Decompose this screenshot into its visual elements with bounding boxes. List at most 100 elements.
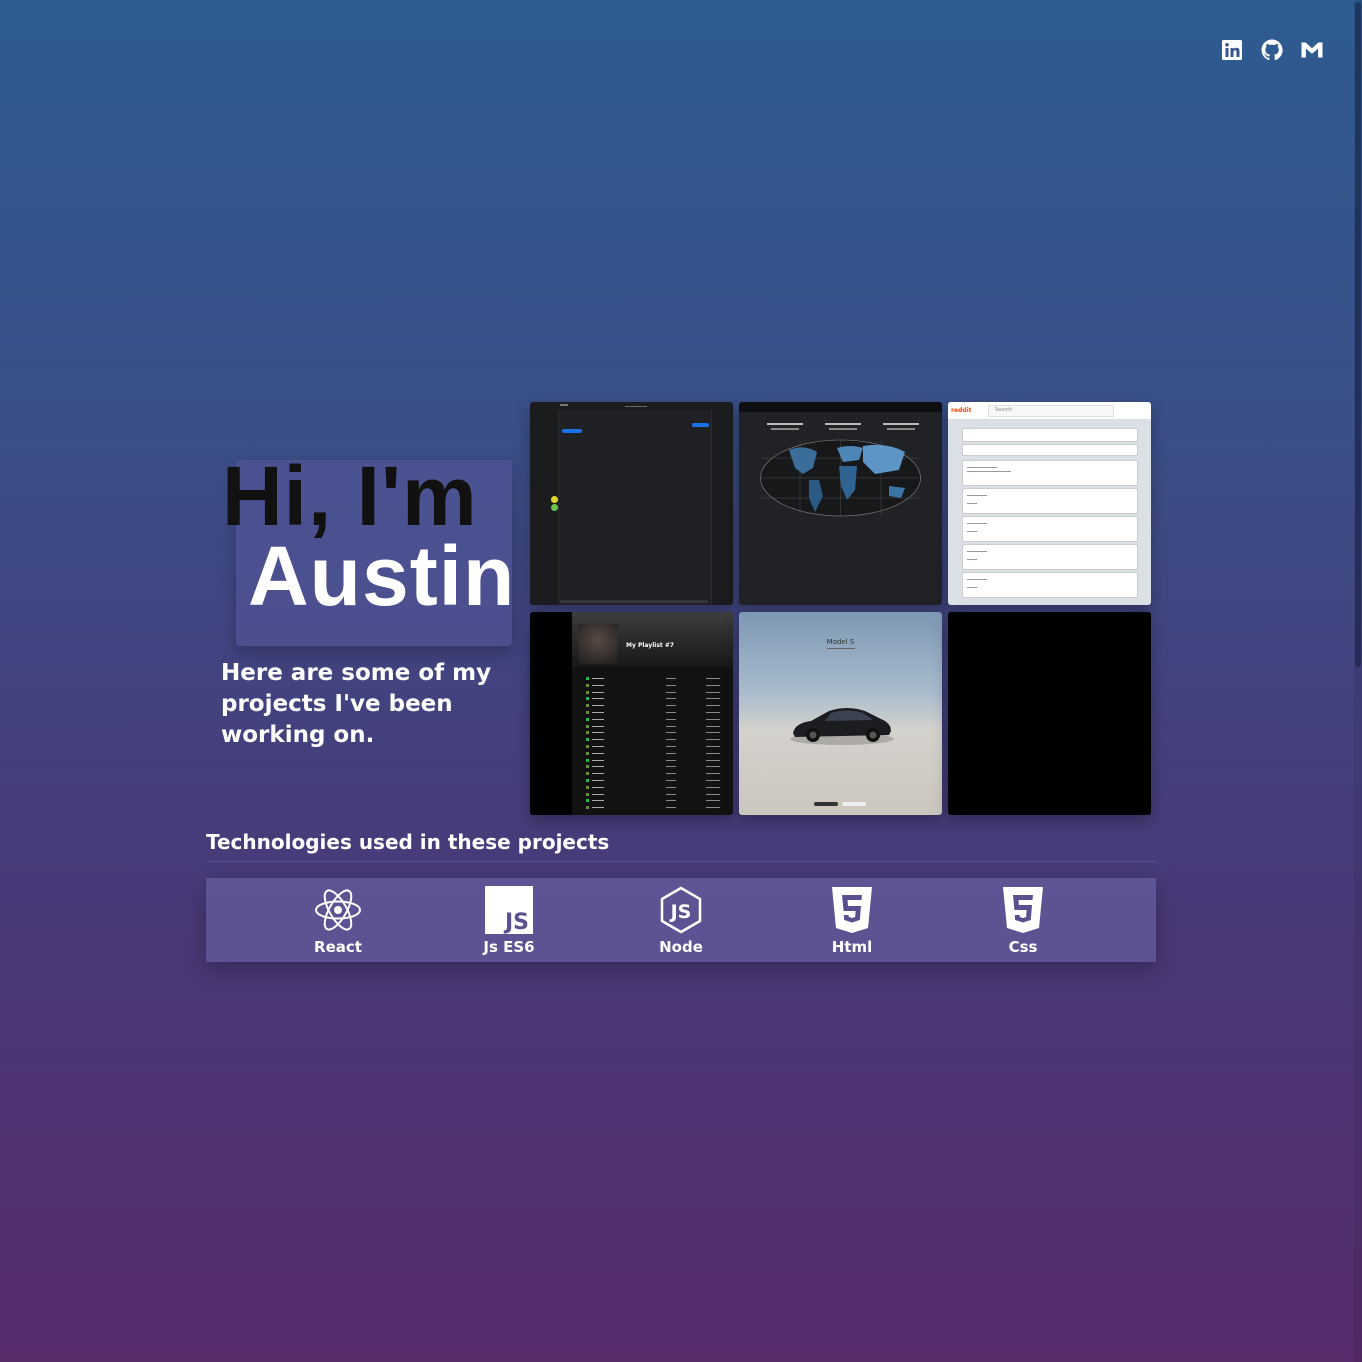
order-button xyxy=(814,802,838,806)
post-line xyxy=(967,471,1011,472)
track-art xyxy=(586,711,589,714)
tech-label: Node xyxy=(659,938,703,956)
post-line xyxy=(967,559,977,560)
reddit-post xyxy=(962,516,1138,542)
page-scrollbar[interactable] xyxy=(1354,0,1362,1362)
track-album xyxy=(666,691,676,693)
track-row xyxy=(578,690,726,694)
social-links xyxy=(1220,38,1324,62)
track-row xyxy=(578,765,726,769)
track-date xyxy=(706,752,720,754)
track-album xyxy=(666,705,676,707)
chat-pane xyxy=(558,410,712,605)
project-tile-world-map[interactable] xyxy=(739,402,942,605)
gmail-link[interactable] xyxy=(1300,38,1324,62)
track-row xyxy=(578,779,726,782)
tesla-model-title: Model S xyxy=(826,638,855,646)
track-row xyxy=(578,677,726,680)
track-art xyxy=(586,772,589,776)
technologies-title: Technologies used in these projects xyxy=(206,830,610,854)
reddit-post xyxy=(962,544,1138,570)
track-title xyxy=(592,793,604,795)
track-title xyxy=(592,732,604,734)
tech-label: React xyxy=(314,938,362,956)
track-title xyxy=(592,800,604,802)
track-art xyxy=(586,792,589,796)
project-tile-tesla[interactable]: Model S xyxy=(739,612,942,815)
projects-grid: reddit Search My Playlist #7 Model S xyxy=(530,402,1151,815)
track-row xyxy=(578,683,726,687)
track-title xyxy=(592,752,604,754)
track-art xyxy=(586,683,589,687)
track-title xyxy=(592,786,604,788)
intro-text: Here are some of my projects I've been w… xyxy=(221,660,492,748)
track-title xyxy=(592,698,604,700)
nodejs-icon: JS xyxy=(660,886,702,934)
tech-label: Html xyxy=(831,938,873,956)
stat-block xyxy=(829,428,857,430)
tile-header xyxy=(739,402,942,412)
stat-block xyxy=(767,423,803,425)
page-scrollbar-thumb[interactable] xyxy=(1355,2,1361,667)
reddit-search: Search xyxy=(988,405,1114,417)
github-link[interactable] xyxy=(1260,38,1284,62)
track-title xyxy=(592,766,604,768)
track-art xyxy=(586,806,589,810)
reddit-post xyxy=(962,488,1138,514)
track-date xyxy=(706,684,720,686)
reddit-header: reddit Search xyxy=(948,402,1151,419)
stat-block xyxy=(887,428,915,430)
track-date xyxy=(706,807,720,809)
track-title xyxy=(592,739,604,741)
reddit-search-label: Search xyxy=(995,407,1013,413)
track-row xyxy=(578,697,726,701)
track-album xyxy=(666,786,676,788)
technologies-bar: React JS Js ES6 JS Node Html Css xyxy=(206,878,1156,962)
css3-icon xyxy=(1003,887,1043,933)
reddit-sort-bar xyxy=(962,444,1138,456)
track-album xyxy=(666,773,676,775)
reddit-post xyxy=(962,460,1138,486)
tech-node: JS Node xyxy=(621,886,741,956)
project-tile-spotify[interactable]: My Playlist #7 xyxy=(530,612,733,815)
track-title xyxy=(592,759,604,761)
track-album xyxy=(666,752,676,754)
chat-bubble xyxy=(692,423,709,427)
project-tile-reddit[interactable]: reddit Search xyxy=(948,402,1151,605)
react-icon xyxy=(315,889,361,931)
tech-css: Css xyxy=(963,886,1083,956)
track-row xyxy=(578,738,726,742)
track-art xyxy=(586,779,589,782)
github-icon xyxy=(1261,39,1283,61)
svg-text:JS: JS xyxy=(503,910,529,934)
track-date xyxy=(706,766,720,768)
track-row xyxy=(578,785,726,789)
track-album xyxy=(666,718,676,720)
name-heading: Austin xyxy=(248,529,516,623)
stat-block xyxy=(883,423,919,425)
track-title xyxy=(592,780,604,781)
track-row xyxy=(578,799,726,803)
track-row xyxy=(578,711,726,714)
tesla-subtitle xyxy=(827,648,855,649)
post-line xyxy=(967,467,997,468)
project-tile-messenger[interactable] xyxy=(530,402,733,605)
track-album xyxy=(666,766,676,768)
track-title xyxy=(592,773,604,775)
track-title xyxy=(592,725,604,727)
track-art xyxy=(586,731,589,735)
track-date xyxy=(706,780,720,781)
gmail-icon xyxy=(1301,42,1323,58)
track-row xyxy=(578,704,726,708)
spotify-sidebar xyxy=(530,612,572,815)
track-album xyxy=(666,698,676,700)
track-art xyxy=(586,697,589,701)
track-art xyxy=(586,745,589,748)
linkedin-link[interactable] xyxy=(1220,38,1244,62)
track-date xyxy=(706,718,720,720)
javascript-icon: JS xyxy=(485,886,533,934)
reddit-post xyxy=(962,572,1138,598)
track-title xyxy=(592,684,604,686)
track-album xyxy=(666,739,676,741)
project-tile-placeholder[interactable] xyxy=(948,612,1151,815)
